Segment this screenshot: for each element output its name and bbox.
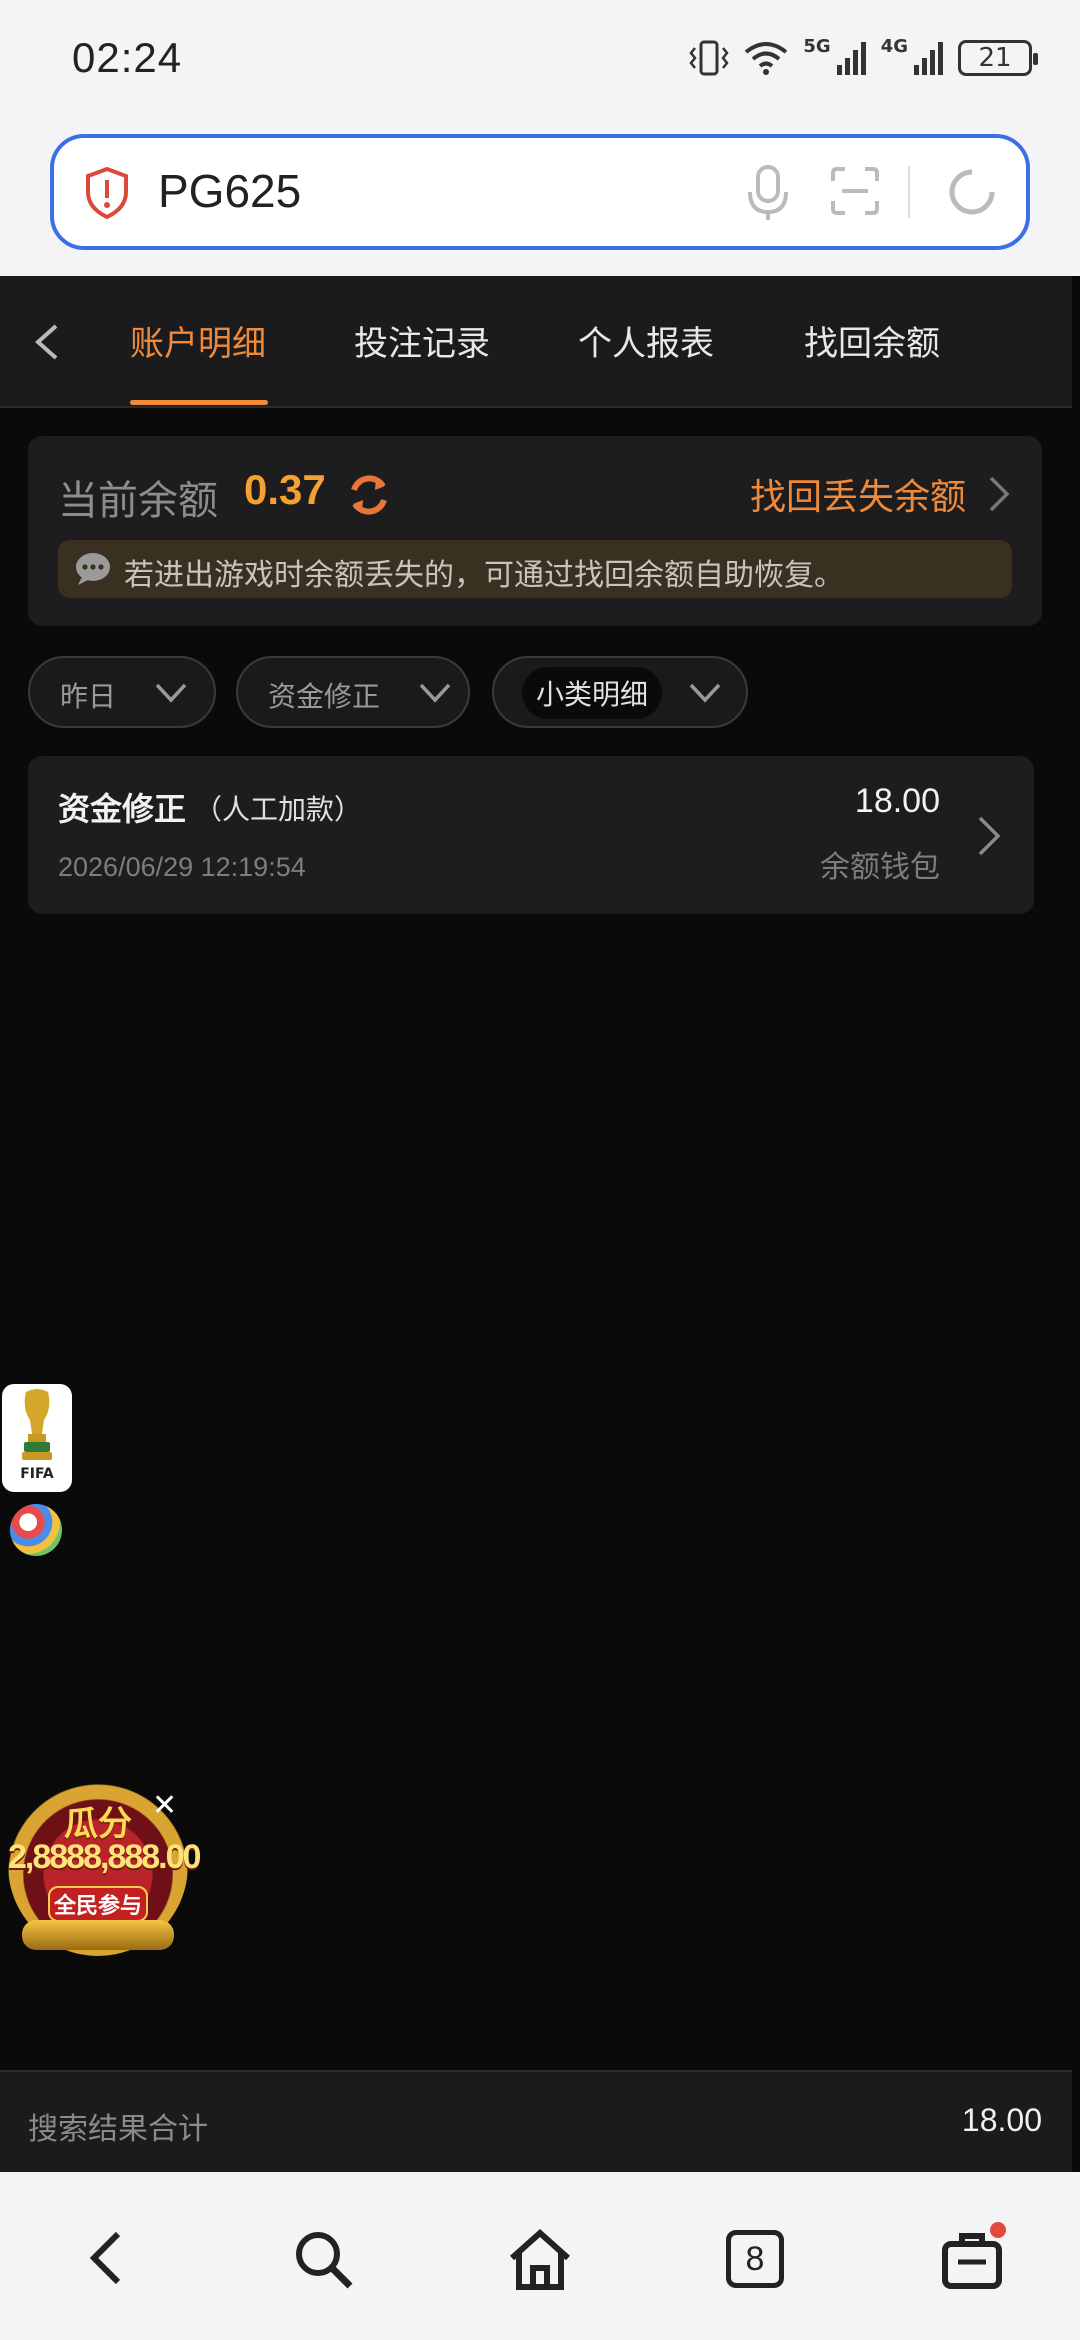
url-divider [908,166,910,218]
fifa-widget[interactable]: FIFA [2,1384,72,1492]
record-row[interactable]: 资金修正 （人工加款） 2026/06/29 12:19:54 18.00 余额… [28,756,1034,914]
microphone-icon[interactable] [744,164,792,222]
wifi-icon [745,42,788,75]
browser-toolbar: PG625 [0,120,1080,276]
record-amount: 18.00 [854,782,940,820]
filter-category-label: 资金修正 [268,680,381,713]
filter-subcategory-label: 小类明细 [522,667,663,719]
filter-subcategory[interactable]: 小类明细 [492,656,748,728]
shield-warning-icon[interactable] [84,166,130,220]
status-bar: 02:24 5G 4G 21 [0,0,1080,120]
notice-text: 若进出游戏时余额丢失的，可通过找回余额自助恢复。 [124,558,844,593]
record-time: 2026/06/29 12:19:54 [58,852,306,882]
record-title: 资金修正 [58,790,187,828]
soccer-ball-icon[interactable] [10,1504,62,1556]
vibrate-icon [689,40,729,76]
active-tab-indicator [130,400,268,405]
balance-value: 0.37 [244,466,326,513]
tab-recover-balance[interactable]: 找回余额 [804,316,940,365]
chevron-right-icon[interactable] [986,474,1012,514]
notification-dot [990,2222,1006,2238]
battery-level: 21 [978,43,1012,73]
tab-bet-records[interactable]: 投注记录 [354,316,490,365]
toolbox-icon[interactable] [940,2228,1004,2292]
network-5g-label: 5G [803,35,831,57]
scan-icon[interactable] [830,166,880,216]
record-subtitle: （人工加款） [194,793,363,826]
fifa-label: FIFA [20,1466,54,1482]
tabs-count-button[interactable]: 8 [726,2230,784,2288]
promo-widget[interactable]: 瓜分 2,8888,888.00 全民参与 ✕ [8,1774,201,1956]
trophy-icon [22,1389,52,1460]
signal-icon-2 [914,42,943,75]
url-bar[interactable]: PG625 [50,134,1030,250]
gold-coins-decoration [22,1920,174,1950]
promo-tag: 全民参与 [48,1886,148,1922]
chevron-down-icon [155,683,187,703]
battery-icon: 21 [958,40,1038,76]
status-icons: 5G 4G 21 [689,35,1038,80]
browser-bottom-nav: 8 [0,2172,1080,2340]
close-icon[interactable]: ✕ [152,1788,177,1823]
recover-lost-balance-link[interactable]: 找回丢失余额 [750,468,966,520]
chevron-right-icon [978,816,1001,856]
tab-account-details[interactable]: 账户明细 [130,316,266,365]
tab-personal-report[interactable]: 个人报表 [578,316,714,365]
promo-amount: 2,8888,888.00 [8,1838,201,1876]
chevron-down-icon [419,683,451,703]
signal-icon [836,42,866,75]
search-icon[interactable] [292,2228,356,2292]
back-icon[interactable] [86,2228,126,2288]
summary-label: 搜索结果合计 [28,2112,208,2147]
tab-bar: 账户明细 投注记录 个人报表 找回余额 [0,276,1072,408]
summary-total: 18.00 [961,2102,1042,2138]
refresh-icon[interactable] [346,472,392,518]
record-wallet: 余额钱包 [820,850,940,885]
loading-icon[interactable] [944,164,1000,220]
filter-category[interactable]: 资金修正 [236,656,470,728]
chevron-down-icon [689,683,721,703]
search-summary-bar: 搜索结果合计 18.00 [0,2070,1072,2172]
chat-bubble-icon [76,553,110,585]
status-time: 02:24 [72,34,183,81]
back-arrow-icon[interactable] [26,320,66,364]
balance-card: 当前余额 0.37 找回丢失余额 若进出游戏时余额丢失的，可通过找回余额自助恢复… [28,436,1042,626]
url-text[interactable]: PG625 [158,164,301,218]
balance-label: 当前余额 [58,478,218,524]
home-icon[interactable] [506,2228,574,2292]
balance-notice: 若进出游戏时余额丢失的，可通过找回余额自助恢复。 [58,540,1012,598]
network-4g-label: 4G [880,35,908,57]
filter-date-label: 昨日 [60,680,117,713]
filter-date[interactable]: 昨日 [28,656,216,728]
